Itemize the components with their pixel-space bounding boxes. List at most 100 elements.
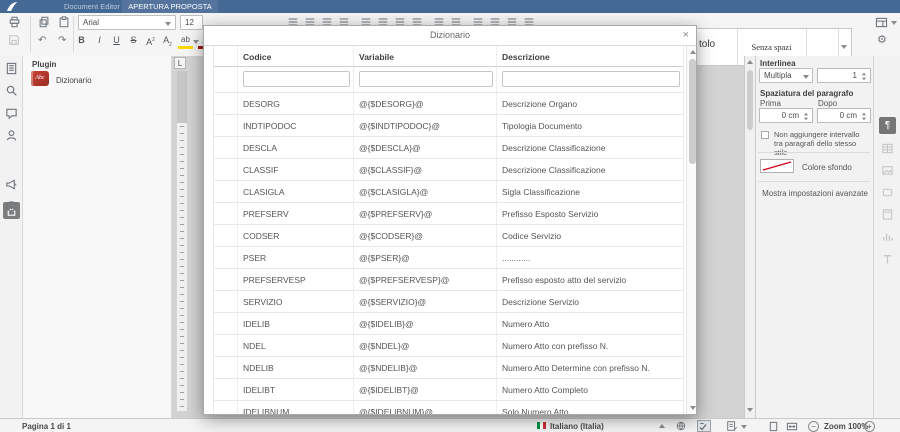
comments-icon[interactable]: [5, 107, 18, 120]
description-cell[interactable]: Descrizione Classificazione: [497, 137, 683, 158]
description-cell[interactable]: Codice Servizio: [497, 225, 683, 246]
table-row[interactable]: IDELIBNUM@{$IDELIBNUM}@Solo Numero Atto: [214, 401, 683, 415]
description-cell[interactable]: Numero Atto Completo: [497, 379, 683, 400]
header-cell-codice[interactable]: Codice: [238, 46, 354, 66]
row-select-cell[interactable]: [214, 181, 238, 202]
bold-button[interactable]: B: [74, 34, 89, 46]
search-icon[interactable]: [5, 84, 18, 97]
stepper-up-icon[interactable]: [862, 73, 866, 76]
copy-button[interactable]: [38, 16, 50, 28]
image-settings-icon[interactable]: [881, 164, 894, 177]
row-select-cell[interactable]: [214, 379, 238, 400]
navigation-pages-icon[interactable]: [5, 62, 18, 75]
background-color-swatch[interactable]: [760, 159, 794, 173]
document-language-globe-icon[interactable]: [676, 421, 686, 431]
undo-button[interactable]: ↶: [38, 35, 46, 46]
scroll-up-icon[interactable]: [747, 60, 753, 64]
variable-cell[interactable]: @{$IDELIBNUM}@: [354, 401, 497, 415]
chart-settings-icon[interactable]: [881, 230, 894, 243]
row-select-cell[interactable]: [214, 357, 238, 378]
variable-cell[interactable]: @{$CLASSIF}@: [354, 159, 497, 180]
header-cell-variabile[interactable]: Variabile: [354, 46, 497, 66]
description-cell[interactable]: Numero Atto Determine con prefisso N.: [497, 357, 683, 378]
variable-cell[interactable]: @{$CLASIGLA}@: [354, 181, 497, 202]
row-select-cell[interactable]: [214, 247, 238, 268]
page-count-label[interactable]: Pagina 1 di 1: [22, 422, 71, 431]
code-cell[interactable]: IDELIBT: [238, 379, 354, 400]
code-cell[interactable]: NDEL: [238, 335, 354, 356]
row-select-cell[interactable]: [214, 313, 238, 334]
stepper-up-icon[interactable]: [804, 113, 808, 116]
row-select-cell[interactable]: [214, 203, 238, 224]
description-cell[interactable]: Descrizione Servizio: [497, 291, 683, 312]
table-row[interactable]: IDELIB@{$IDELIB}@Numero Atto: [214, 313, 683, 335]
row-select-cell[interactable]: [214, 269, 238, 290]
spacing-before-stepper[interactable]: 0 cm: [759, 108, 813, 123]
line-spacing-select[interactable]: Multipla: [759, 68, 813, 83]
filter-codice-input[interactable]: [243, 71, 350, 87]
print-button[interactable]: [8, 16, 21, 28]
scrollbar-thumb[interactable]: [689, 59, 696, 164]
table-row[interactable]: CODSER@{$CODSER}@Codice Servizio: [214, 225, 683, 247]
table-row[interactable]: CLASIGLA@{$CLASIGLA}@Sigla Classificazio…: [214, 181, 683, 203]
variable-cell[interactable]: @{$IDELIB}@: [354, 313, 497, 334]
row-select-cell[interactable]: [214, 137, 238, 158]
row-select-cell[interactable]: [214, 159, 238, 180]
fit-width-icon[interactable]: [786, 421, 798, 432]
description-cell[interactable]: Solo Numero Atto: [497, 401, 683, 415]
table-row[interactable]: SERVIZIO@{$SERVIZIO}@Descrizione Servizi…: [214, 291, 683, 313]
shape-settings-icon[interactable]: [881, 186, 894, 199]
description-cell[interactable]: Prefisso Esposto Servizio: [497, 203, 683, 224]
row-select-cell[interactable]: [214, 93, 238, 114]
code-cell[interactable]: PREFSERV: [238, 203, 354, 224]
variable-cell[interactable]: @{$PREFSERV}@: [354, 203, 497, 224]
variable-cell[interactable]: @{$SERVIZIO}@: [354, 291, 497, 312]
filter-variabile-input[interactable]: [359, 71, 493, 87]
code-cell[interactable]: SERVIZIO: [238, 291, 354, 312]
description-cell[interactable]: Prefisso esposto atto del servizio: [497, 269, 683, 290]
variable-cell[interactable]: @{$IDELIBT}@: [354, 379, 497, 400]
row-select-cell[interactable]: [214, 335, 238, 356]
variable-cell[interactable]: @{$DESCLA}@: [354, 137, 497, 158]
strikethrough-button[interactable]: S: [126, 34, 141, 46]
dialog-title[interactable]: Dizionario: [204, 26, 696, 46]
gallery-expand-chevron-icon[interactable]: [841, 45, 847, 49]
description-cell[interactable]: ............: [497, 247, 683, 268]
dictionary-book-icon[interactable]: Abc: [31, 71, 49, 86]
table-row[interactable]: DESCLA@{$DESCLA}@Descrizione Classificaz…: [214, 137, 683, 159]
stepper-up-icon[interactable]: [862, 113, 866, 116]
close-icon[interactable]: ×: [683, 29, 689, 42]
description-cell[interactable]: Descrizione Organo: [497, 93, 683, 114]
variable-cell[interactable]: @{$PSER}@: [354, 247, 497, 268]
zoom-level-label[interactable]: Zoom 100%: [824, 422, 868, 431]
line-spacing-stepper[interactable]: 1: [817, 68, 871, 83]
stepper-down-icon[interactable]: [862, 118, 866, 121]
redo-button[interactable]: ↷: [58, 35, 66, 46]
code-cell[interactable]: DESCLA: [238, 137, 354, 158]
row-select-cell[interactable]: [214, 291, 238, 312]
language-selector[interactable]: Italiano (Italia): [550, 422, 604, 431]
variable-cell[interactable]: @{$CODSER}@: [354, 225, 497, 246]
vertical-ruler[interactable]: L: [172, 56, 190, 418]
scrollbar-thumb[interactable]: [747, 70, 753, 130]
headers-footers-settings-icon[interactable]: [881, 208, 894, 221]
code-cell[interactable]: CLASSIF: [238, 159, 354, 180]
code-cell[interactable]: INDTIPODOC: [238, 115, 354, 136]
font-size-select[interactable]: 12: [180, 15, 203, 30]
scroll-up-icon[interactable]: [690, 50, 696, 54]
table-row[interactable]: NDELIB@{$NDELIB}@Numero Atto Determine c…: [214, 357, 683, 379]
code-cell[interactable]: CODSER: [238, 225, 354, 246]
variable-cell[interactable]: @{$PREFSERVESP}@: [354, 269, 497, 290]
stepper-down-icon[interactable]: [804, 118, 808, 121]
about-info-icon[interactable]: [5, 200, 18, 213]
tab-stop-selector[interactable]: L: [174, 57, 186, 69]
font-name-select[interactable]: Arial: [78, 15, 176, 30]
table-row[interactable]: CLASSIF@{$CLASSIF}@Descrizione Classific…: [214, 159, 683, 181]
code-cell[interactable]: CLASIGLA: [238, 181, 354, 202]
document-scrollbar[interactable]: [744, 56, 755, 418]
plugin-item-dizionario[interactable]: Dizionario: [56, 76, 92, 85]
variable-cell[interactable]: @{$NDEL}@: [354, 335, 497, 356]
description-cell[interactable]: Numero Atto: [497, 313, 683, 334]
table-row[interactable]: INDTIPODOC@{$INDTIPODOC}@Tipologia Docum…: [214, 115, 683, 137]
subscript-button[interactable]: A2: [160, 34, 175, 51]
